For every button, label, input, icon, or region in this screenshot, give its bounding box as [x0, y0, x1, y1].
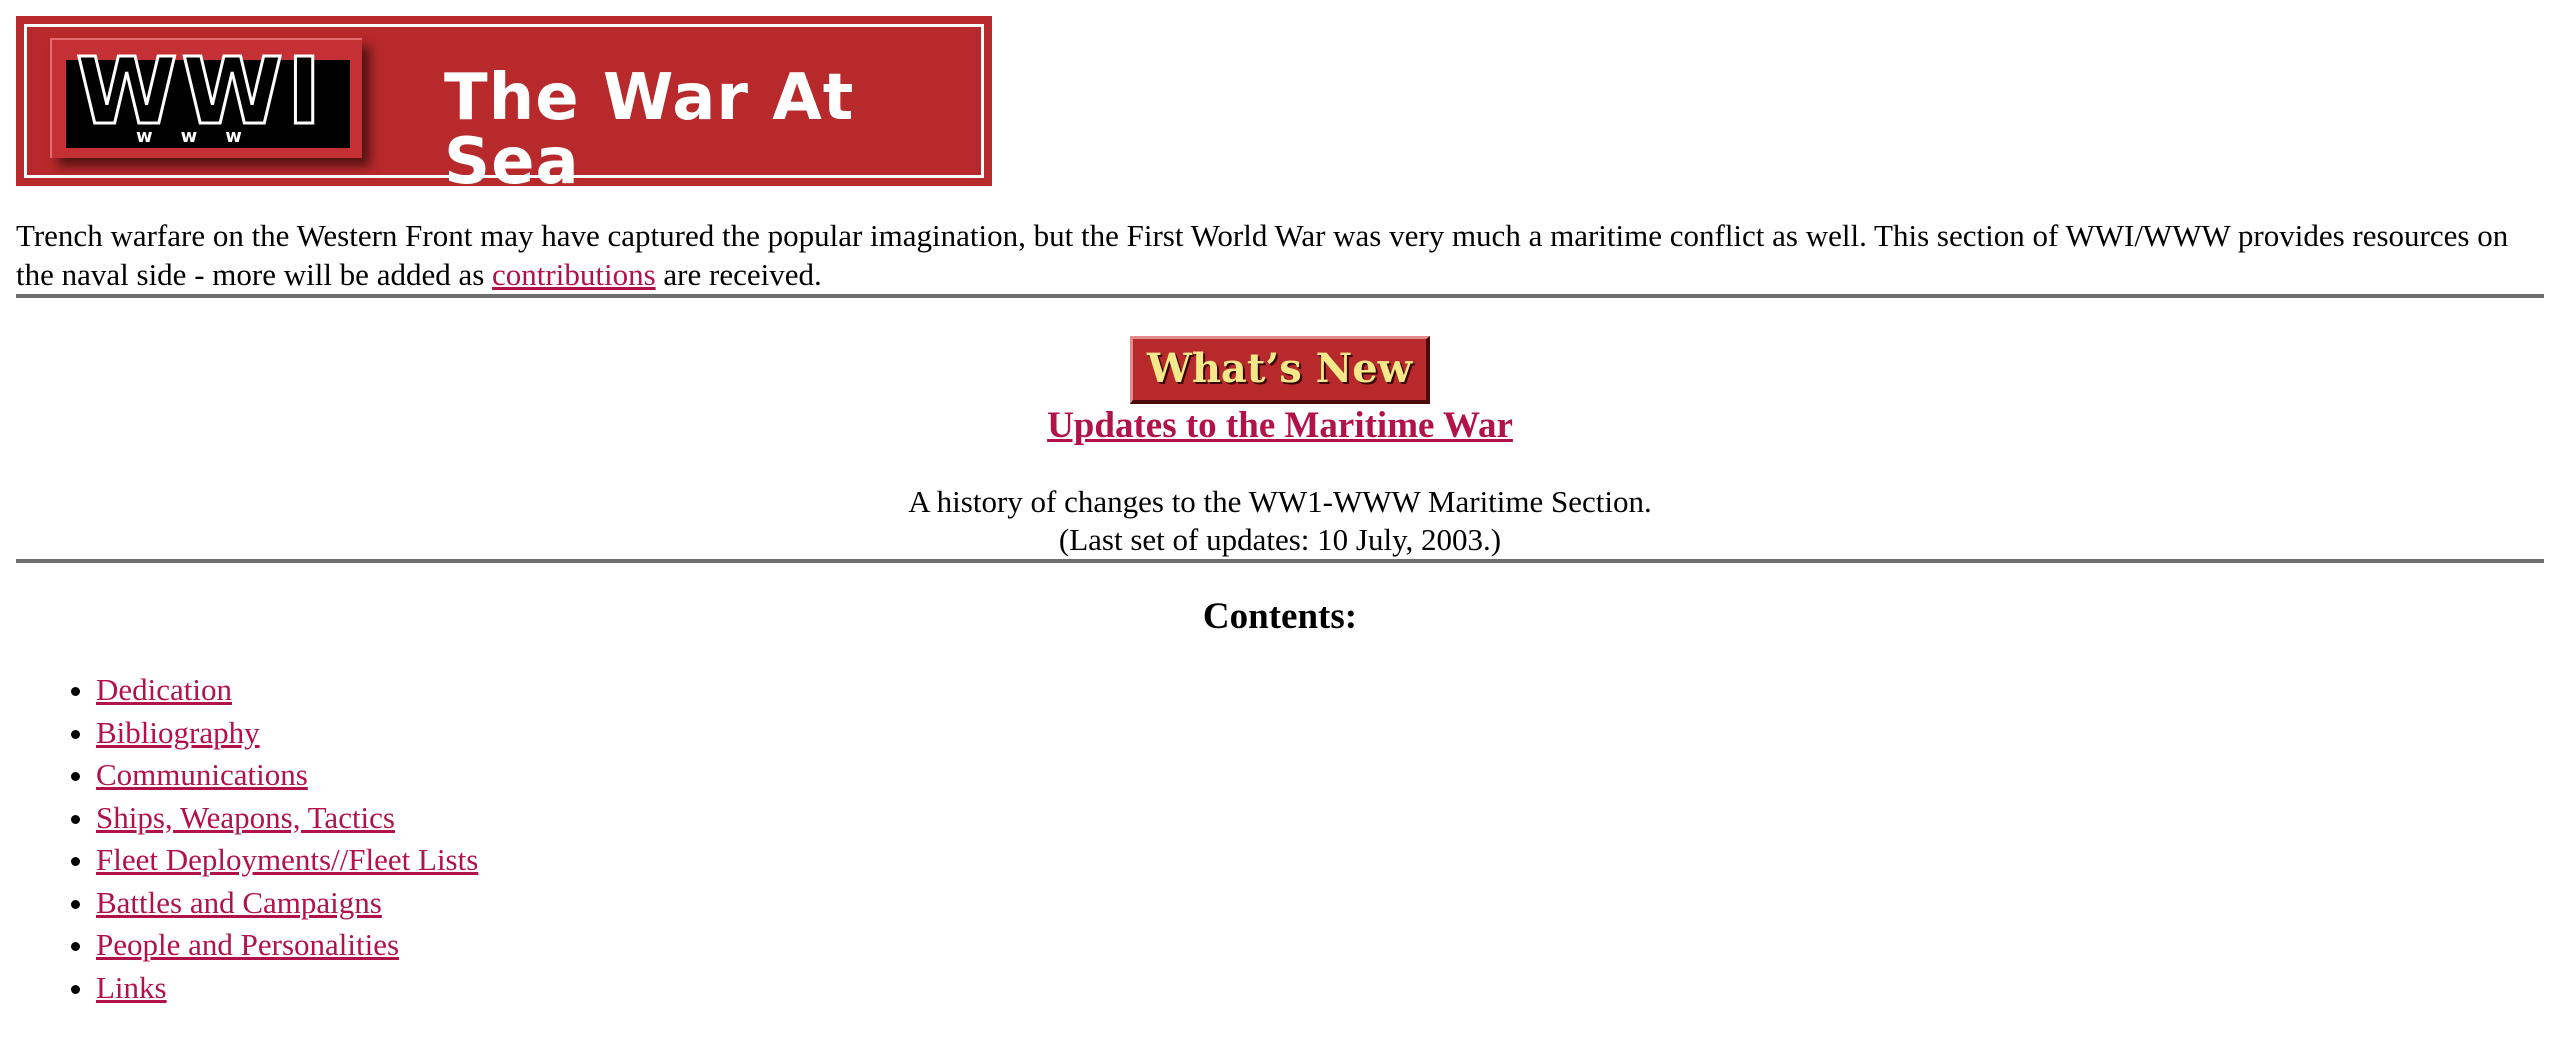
updates-description: A history of changes to the WW1-WWW Mari…: [16, 483, 2544, 559]
whats-new-button[interactable]: What’s New: [1130, 336, 1430, 404]
updates-description-line: A history of changes to the WW1-WWW Mari…: [908, 484, 1652, 519]
intro-text-end: are received.: [655, 257, 822, 292]
fleet-deployments-link[interactable]: Fleet Deployments//Fleet Lists: [96, 842, 478, 877]
wwi-logo-subtext: www: [136, 126, 270, 147]
whats-new-section: What’s New Updates to the Maritime War A…: [16, 298, 2544, 559]
page: WWI www The War At Sea Trench warfare on…: [0, 0, 2560, 1009]
wwi-logo-plate: WWI www: [66, 44, 350, 148]
battles-campaigns-link[interactable]: Battles and Campaigns: [96, 885, 382, 920]
wwi-logo-text: WWI: [74, 38, 326, 145]
communications-link[interactable]: Communications: [96, 757, 308, 792]
people-personalities-link[interactable]: People and Personalities: [96, 927, 399, 962]
ships-weapons-tactics-link[interactable]: Ships, Weapons, Tactics: [96, 800, 395, 835]
list-item: Fleet Deployments//Fleet Lists: [96, 839, 2544, 882]
contents-heading: Contents:: [1202, 596, 1358, 637]
list-item: Dedication: [96, 669, 2544, 712]
contents-list: Dedication Bibliography Communications S…: [16, 669, 2544, 1009]
intro-text: Trench warfare on the Western Front may …: [16, 218, 2509, 292]
wwi-logo: WWI www: [50, 38, 362, 158]
last-updated-text: (Last set of updates: 10 July, 2003.): [1058, 522, 1502, 557]
links-link[interactable]: Links: [96, 970, 167, 1005]
updates-link[interactable]: Updates to the Maritime War: [1047, 405, 1513, 446]
intro-paragraph: Trench warfare on the Western Front may …: [16, 216, 2536, 294]
contributions-link[interactable]: contributions: [492, 257, 656, 292]
divider: [16, 559, 2544, 563]
list-item: Communications: [96, 754, 2544, 797]
dedication-link[interactable]: Dedication: [96, 672, 232, 707]
bibliography-link[interactable]: Bibliography: [96, 715, 260, 750]
list-item: Ships, Weapons, Tactics: [96, 797, 2544, 840]
list-item: Links: [96, 967, 2544, 1010]
banner-image: WWI www The War At Sea: [16, 16, 992, 194]
list-item: People and Personalities: [96, 924, 2544, 967]
list-item: Battles and Campaigns: [96, 882, 2544, 925]
banner-title: The War At Sea: [444, 61, 855, 199]
list-item: Bibliography: [96, 712, 2544, 755]
updates-heading: Updates to the Maritime War: [16, 404, 2544, 448]
